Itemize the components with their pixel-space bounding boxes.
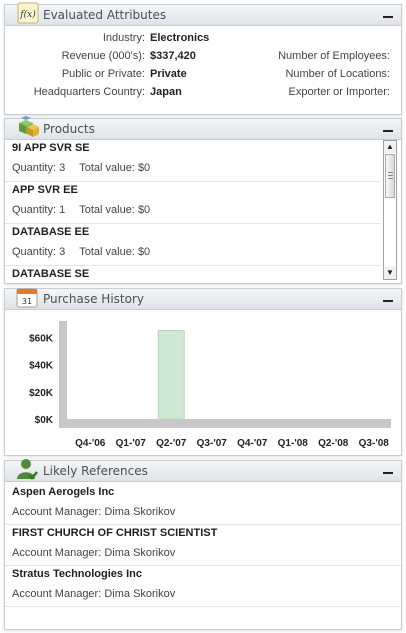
svg-text:31: 31	[22, 297, 32, 306]
product-details: Quantity: 3 Total value: $0	[12, 162, 151, 174]
panel-header: Likely References	[5, 459, 401, 482]
collapse-icon[interactable]	[383, 300, 393, 302]
panel-header: Products	[5, 116, 401, 140]
reference-name: Aspen Aerogels Inc	[12, 486, 115, 498]
y-tick-label: $20K	[29, 388, 54, 399]
divider	[5, 265, 381, 266]
panel-title: Evaluated Attributes	[43, 8, 167, 22]
x-tick-label: Q4-'07	[237, 438, 268, 449]
svg-text:f(x): f(x)	[19, 9, 36, 20]
product-name: 9I APP SVR SE	[12, 142, 90, 154]
x-tick-label: Q3-'08	[359, 438, 390, 449]
purchase-history-panel: 31 Purchase History $60K $40K $20K $0K Q4-'0…	[4, 288, 402, 456]
divider	[5, 565, 401, 566]
panel-header: f(x) Evaluated Attributes	[5, 2, 401, 26]
scroll-up-icon[interactable]: ▲	[384, 141, 396, 153]
evaluated-attributes-panel: f(x) Evaluated Attributes Industry: Elec…	[4, 2, 402, 115]
products-panel: Products 9I APP SVR SE Quantity: 3 Total …	[4, 116, 402, 284]
x-tick-label: Q2-'08	[318, 438, 349, 449]
purchase-history-chart: $60K $40K $20K $0K Q4-'06 Q1-'07 Q2-'07 Q3-'07 Q…	[29, 321, 391, 449]
function-icon: f(x)	[17, 2, 41, 26]
x-tick-label: Q3-'07	[197, 438, 228, 449]
calendar-icon: 31	[15, 285, 39, 309]
product-name: DATABASE EE	[12, 226, 90, 238]
divider	[5, 181, 381, 182]
person-check-icon	[15, 457, 39, 481]
panel-title: Likely References	[43, 464, 148, 478]
collapse-icon[interactable]	[383, 472, 393, 474]
scroll-down-icon[interactable]: ▼	[384, 267, 396, 279]
product-list: 9I APP SVR SE Quantity: 3 Total value: $0…	[5, 140, 383, 282]
panel-title: Products	[43, 122, 95, 136]
divider	[5, 223, 381, 224]
x-tick-label: Q1-'07	[116, 438, 147, 449]
account-manager: Account Manager: Dima Skorikov	[12, 547, 176, 559]
y-tick-label: $0K	[35, 415, 54, 426]
x-tick-label: Q2-'07	[156, 438, 187, 449]
divider	[5, 524, 401, 525]
reference-name: FIRST CHURCH OF CHRIST SCIENTIST	[12, 527, 218, 539]
product-details: Quantity: 3 Total value: $0	[12, 246, 151, 258]
likely-references-panel: Likely References Aspen Aerogels Inc Acc…	[4, 459, 402, 630]
divider	[5, 606, 401, 607]
account-manager: Account Manager: Dima Skorikov	[12, 506, 176, 518]
y-axis	[59, 321, 67, 421]
x-tick-label: Q4-'06	[75, 438, 106, 449]
scrollbar[interactable]: ▲ ▼	[383, 140, 397, 280]
product-details: Quantity: 1 Total value: $0	[12, 204, 151, 216]
account-manager: Account Manager: Dima Skorikov	[12, 588, 176, 600]
panel-title: Purchase History	[43, 292, 144, 306]
product-name: DATABASE SE	[12, 268, 90, 280]
cubes-icon	[15, 115, 39, 139]
reference-name: Stratus Technologies Inc	[12, 568, 142, 580]
y-tick-label: $40K	[29, 361, 54, 372]
bar	[157, 330, 185, 420]
x-tick-label: Q1-'08	[278, 438, 309, 449]
panel-header: 31 Purchase History	[5, 288, 401, 310]
collapse-icon[interactable]	[383, 130, 393, 132]
product-name: APP SVR EE	[12, 184, 78, 196]
y-tick-label: $60K	[29, 333, 54, 344]
collapse-icon[interactable]	[383, 16, 393, 18]
scroll-thumb[interactable]	[385, 154, 395, 198]
x-axis	[59, 419, 391, 428]
